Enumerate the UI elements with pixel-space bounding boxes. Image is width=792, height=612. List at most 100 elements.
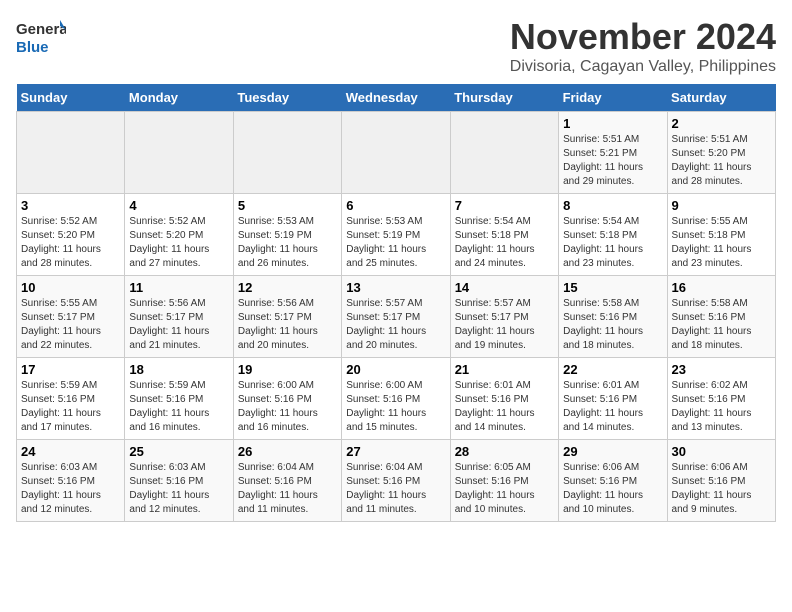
day-cell: 9 Sunrise: 5:55 AM Sunset: 5:18 PM Daylig…: [667, 194, 775, 276]
day-info: Sunrise: 6:00 AM Sunset: 5:16 PM Dayligh…: [346, 379, 445, 435]
day-info: Sunrise: 5:54 AM Sunset: 5:18 PM Dayligh…: [563, 215, 662, 271]
weekday-header-sunday: Sunday: [17, 84, 125, 112]
day-cell: 28Sunrise: 6:05 AM Sunset: 5:16 PM Dayli…: [450, 440, 558, 522]
day-cell: 27 Sunrise: 6:04 AM Sunset: 5:16 PM Dayli…: [342, 440, 450, 522]
day-info: Sunrise: 6:04 AM Sunset: 5:16 PM Dayligh…: [238, 461, 337, 517]
svg-text:Blue: Blue: [16, 39, 49, 56]
day-info: Sunrise: 6:01 AM Sunset: 5:16 PM Dayligh…: [563, 379, 662, 435]
day-number: 4: [129, 198, 228, 213]
day-number: 8: [563, 198, 662, 213]
day-number: 26: [238, 444, 337, 459]
day-number: 10: [21, 280, 120, 295]
day-cell: [342, 112, 450, 194]
day-number: 7: [455, 198, 554, 213]
day-number: 13: [346, 280, 445, 295]
calendar-table: SundayMondayTuesdayWednesdayThursdayFrid…: [16, 84, 776, 522]
day-number: 23: [672, 362, 771, 377]
logo-svg: General Blue: [16, 16, 66, 60]
week-row-4: 17 Sunrise: 5:59 AM Sunset: 5:16 PM Dayli…: [17, 358, 776, 440]
day-number: 15: [563, 280, 662, 295]
logo: General Blue: [16, 16, 66, 60]
day-number: 1: [563, 116, 662, 131]
weekday-header-saturday: Saturday: [667, 84, 775, 112]
day-info: Sunrise: 6:03 AM Sunset: 5:16 PM Dayligh…: [129, 461, 228, 517]
day-cell: 25 Sunrise: 6:03 AM Sunset: 5:16 PM Dayli…: [125, 440, 233, 522]
day-cell: 23 Sunrise: 6:02 AM Sunset: 5:16 PM Dayli…: [667, 358, 775, 440]
day-cell: 13 Sunrise: 5:57 AM Sunset: 5:17 PM Dayli…: [342, 276, 450, 358]
weekday-header-row: SundayMondayTuesdayWednesdayThursdayFrid…: [17, 84, 776, 112]
day-cell: 12 Sunrise: 5:56 AM Sunset: 5:17 PM Dayli…: [233, 276, 341, 358]
day-cell: 14 Sunrise: 5:57 AM Sunset: 5:17 PM Dayli…: [450, 276, 558, 358]
svg-text:General: General: [16, 21, 66, 38]
week-row-3: 10 Sunrise: 5:55 AM Sunset: 5:17 PM Dayli…: [17, 276, 776, 358]
day-number: 17: [21, 362, 120, 377]
day-cell: 8 Sunrise: 5:54 AM Sunset: 5:18 PM Daylig…: [559, 194, 667, 276]
day-cell: 7Sunrise: 5:54 AM Sunset: 5:18 PM Daylig…: [450, 194, 558, 276]
day-cell: 2 Sunrise: 5:51 AM Sunset: 5:20 PM Daylig…: [667, 112, 775, 194]
day-number: 20: [346, 362, 445, 377]
day-number: 14: [455, 280, 554, 295]
week-row-1: 1Sunrise: 5:51 AM Sunset: 5:21 PM Daylig…: [17, 112, 776, 194]
day-info: Sunrise: 5:59 AM Sunset: 5:16 PM Dayligh…: [129, 379, 228, 435]
day-cell: 26 Sunrise: 6:04 AM Sunset: 5:16 PM Dayli…: [233, 440, 341, 522]
day-info: Sunrise: 5:52 AM Sunset: 5:20 PM Dayligh…: [129, 215, 228, 271]
day-number: 25: [129, 444, 228, 459]
day-info: Sunrise: 6:03 AM Sunset: 5:16 PM Dayligh…: [21, 461, 120, 517]
day-number: 19: [238, 362, 337, 377]
day-cell: [233, 112, 341, 194]
day-info: Sunrise: 6:00 AM Sunset: 5:16 PM Dayligh…: [238, 379, 337, 435]
day-number: 30: [672, 444, 771, 459]
day-cell: 24Sunrise: 6:03 AM Sunset: 5:16 PM Dayli…: [17, 440, 125, 522]
day-cell: 21Sunrise: 6:01 AM Sunset: 5:16 PM Dayli…: [450, 358, 558, 440]
day-cell: [125, 112, 233, 194]
day-number: 11: [129, 280, 228, 295]
day-info: Sunrise: 5:51 AM Sunset: 5:20 PM Dayligh…: [672, 133, 771, 189]
day-info: Sunrise: 5:59 AM Sunset: 5:16 PM Dayligh…: [21, 379, 120, 435]
day-info: Sunrise: 6:06 AM Sunset: 5:16 PM Dayligh…: [563, 461, 662, 517]
day-number: 2: [672, 116, 771, 131]
day-cell: 19 Sunrise: 6:00 AM Sunset: 5:16 PM Dayli…: [233, 358, 341, 440]
day-info: Sunrise: 5:55 AM Sunset: 5:17 PM Dayligh…: [21, 297, 120, 353]
day-number: 18: [129, 362, 228, 377]
day-number: 27: [346, 444, 445, 459]
weekday-header-friday: Friday: [559, 84, 667, 112]
day-cell: [17, 112, 125, 194]
day-cell: 4 Sunrise: 5:52 AM Sunset: 5:20 PM Daylig…: [125, 194, 233, 276]
day-number: 12: [238, 280, 337, 295]
day-cell: 20 Sunrise: 6:00 AM Sunset: 5:16 PM Dayli…: [342, 358, 450, 440]
day-info: Sunrise: 6:02 AM Sunset: 5:16 PM Dayligh…: [672, 379, 771, 435]
day-info: Sunrise: 5:57 AM Sunset: 5:17 PM Dayligh…: [346, 297, 445, 353]
day-number: 9: [672, 198, 771, 213]
page-header: General Blue November 2024 Divisoria, Ca…: [16, 16, 776, 76]
day-number: 16: [672, 280, 771, 295]
weekday-header-wednesday: Wednesday: [342, 84, 450, 112]
location-title: Divisoria, Cagayan Valley, Philippines: [510, 58, 776, 76]
title-area: November 2024 Divisoria, Cagayan Valley,…: [510, 16, 776, 76]
day-info: Sunrise: 5:56 AM Sunset: 5:17 PM Dayligh…: [129, 297, 228, 353]
day-number: 21: [455, 362, 554, 377]
day-cell: 1Sunrise: 5:51 AM Sunset: 5:21 PM Daylig…: [559, 112, 667, 194]
day-info: Sunrise: 5:52 AM Sunset: 5:20 PM Dayligh…: [21, 215, 120, 271]
day-cell: 17 Sunrise: 5:59 AM Sunset: 5:16 PM Dayli…: [17, 358, 125, 440]
day-cell: 15Sunrise: 5:58 AM Sunset: 5:16 PM Dayli…: [559, 276, 667, 358]
day-number: 3: [21, 198, 120, 213]
day-info: Sunrise: 6:04 AM Sunset: 5:16 PM Dayligh…: [346, 461, 445, 517]
day-number: 29: [563, 444, 662, 459]
day-number: 28: [455, 444, 554, 459]
day-number: 6: [346, 198, 445, 213]
day-info: Sunrise: 5:56 AM Sunset: 5:17 PM Dayligh…: [238, 297, 337, 353]
day-info: Sunrise: 5:55 AM Sunset: 5:18 PM Dayligh…: [672, 215, 771, 271]
day-info: Sunrise: 5:57 AM Sunset: 5:17 PM Dayligh…: [455, 297, 554, 353]
week-row-2: 3 Sunrise: 5:52 AM Sunset: 5:20 PM Daylig…: [17, 194, 776, 276]
day-info: Sunrise: 5:53 AM Sunset: 5:19 PM Dayligh…: [346, 215, 445, 271]
day-cell: 11 Sunrise: 5:56 AM Sunset: 5:17 PM Dayli…: [125, 276, 233, 358]
day-cell: 30Sunrise: 6:06 AM Sunset: 5:16 PM Dayli…: [667, 440, 775, 522]
day-cell: [450, 112, 558, 194]
day-cell: 10 Sunrise: 5:55 AM Sunset: 5:17 PM Dayli…: [17, 276, 125, 358]
day-cell: 18 Sunrise: 5:59 AM Sunset: 5:16 PM Dayli…: [125, 358, 233, 440]
day-cell: 22Sunrise: 6:01 AM Sunset: 5:16 PM Dayli…: [559, 358, 667, 440]
day-number: 5: [238, 198, 337, 213]
day-cell: 6 Sunrise: 5:53 AM Sunset: 5:19 PM Daylig…: [342, 194, 450, 276]
month-title: November 2024: [510, 16, 776, 58]
weekday-header-monday: Monday: [125, 84, 233, 112]
